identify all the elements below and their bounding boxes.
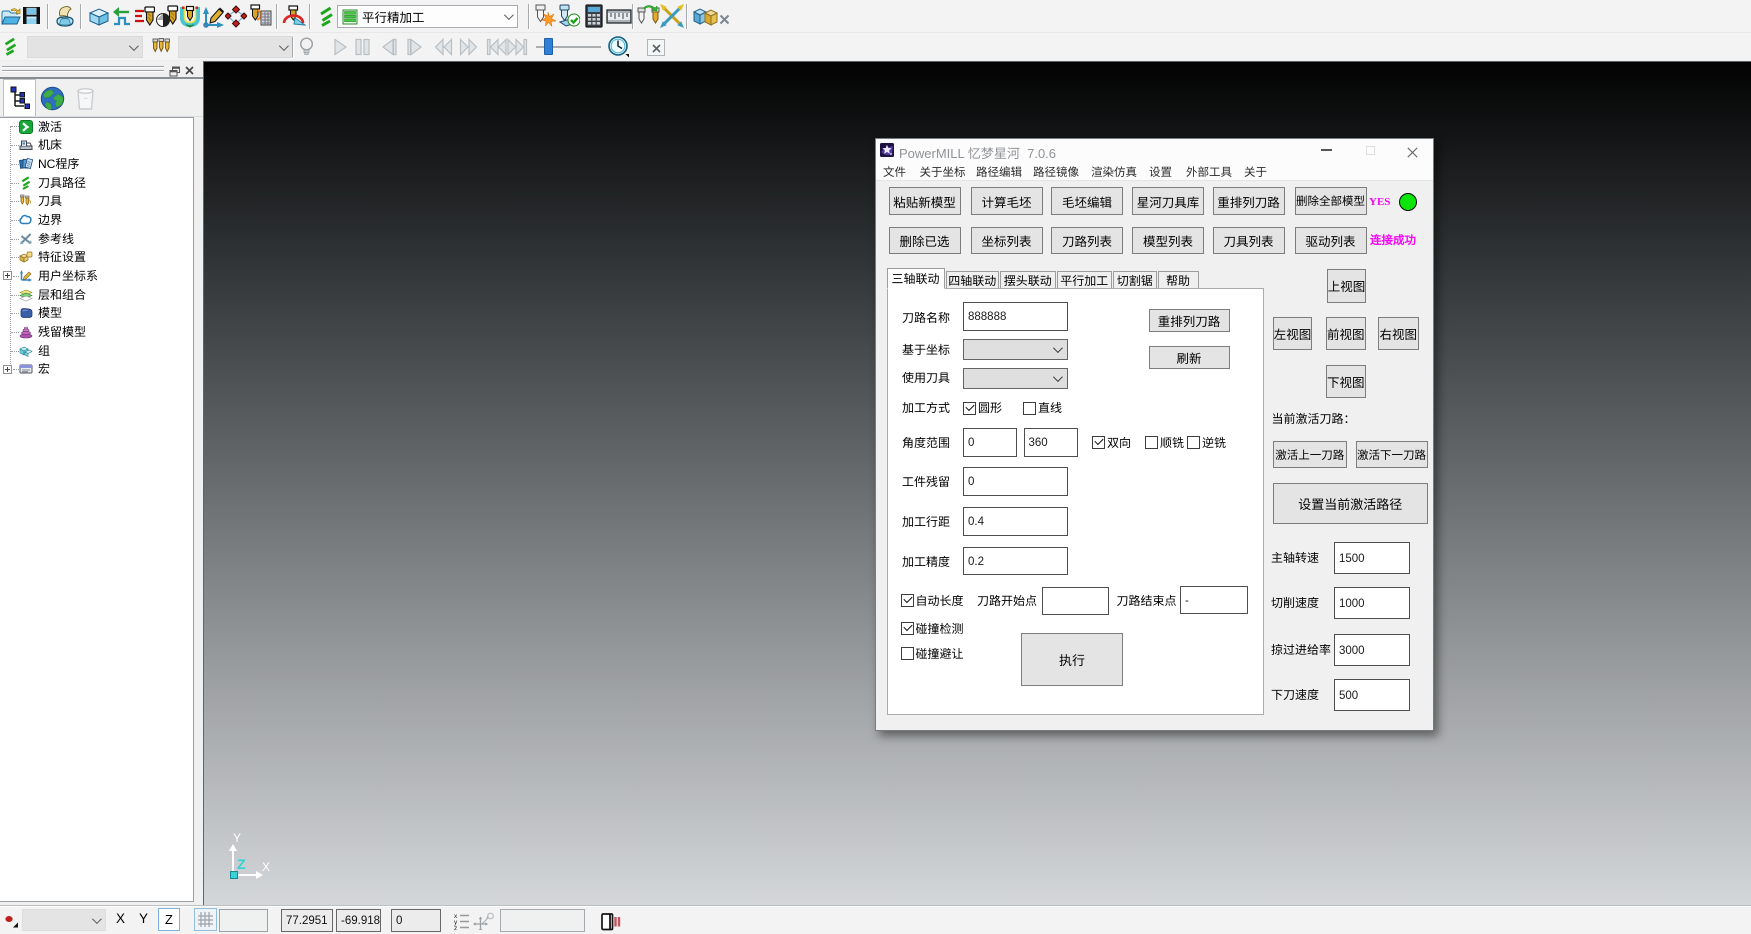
svg-text:z: z — [454, 925, 457, 930]
